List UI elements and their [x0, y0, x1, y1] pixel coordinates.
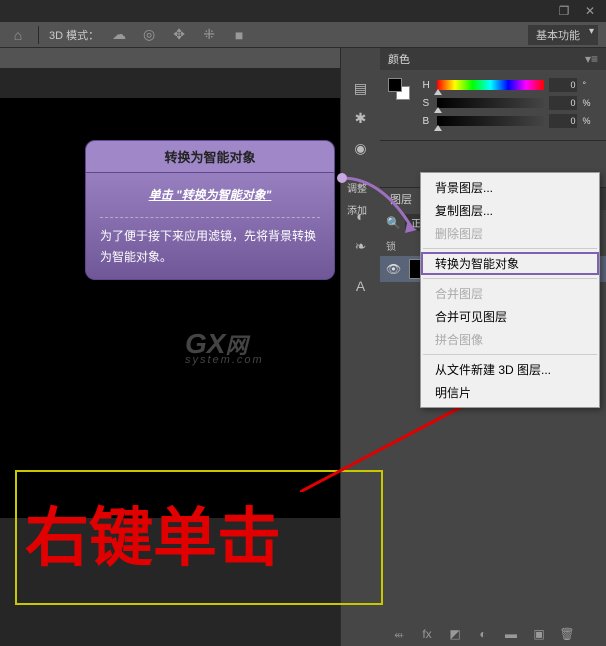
properties-icon[interactable]: ❧ [346, 232, 376, 260]
panel-menu-icon[interactable]: ▾≡ [585, 52, 598, 66]
bri-label: B [422, 116, 432, 127]
folder-icon[interactable]: ▬ [502, 627, 520, 642]
annotation-highlight-box [15, 470, 383, 605]
menu-background-layer[interactable]: 背景图层... [421, 176, 599, 199]
color-panel: 颜色 ▾≡ H 0 ° S 0 [380, 48, 606, 141]
brush-icon[interactable]: ◉ [346, 134, 376, 162]
restore-window-button[interactable]: ❐ [554, 3, 574, 19]
fx-icon[interactable]: fx [418, 627, 436, 642]
tooltip-title: 转换为智能对象 [85, 140, 335, 173]
trash-icon[interactable]: 🗑 [558, 627, 576, 642]
hue-slider[interactable] [437, 80, 544, 90]
color-panel-title: 颜色 [388, 51, 410, 67]
hue-value[interactable]: 0 [549, 78, 577, 92]
adjustment-icon[interactable]: ◐ [474, 627, 492, 642]
scale-icon[interactable]: ⁜ [199, 27, 219, 43]
sat-slider[interactable] [437, 98, 544, 108]
character-icon[interactable]: A [346, 272, 376, 300]
menu-new-3d-layer[interactable]: 从文件新建 3D 图层... [421, 358, 599, 381]
menu-merge-visible[interactable]: 合并可见图层 [421, 305, 599, 328]
swatches-icon[interactable]: ✱ [346, 104, 376, 132]
menu-delete-layer: 删除图层 [421, 222, 599, 245]
bri-value[interactable]: 0 [549, 114, 577, 128]
new-layer-icon[interactable]: ▣ [530, 627, 548, 642]
3d-mode-label: 3D 模式： [49, 27, 99, 43]
menu-merge-layers: 合并图层 [421, 282, 599, 305]
menu-duplicate-layer[interactable]: 复制图层... [421, 199, 599, 222]
tooltip-desc: 为了便于接下来应用滤镜，先将背景转换为智能对象。 [100, 229, 316, 263]
sat-label: S [422, 98, 432, 109]
pan-icon[interactable]: ◎ [139, 27, 159, 43]
menu-flatten: 拼合图像 [421, 328, 599, 351]
camera-icon[interactable]: ■ [229, 27, 249, 43]
lock-label: 锁 [386, 238, 396, 253]
sat-value[interactable]: 0 [549, 96, 577, 110]
bri-slider[interactable] [437, 116, 544, 126]
menu-convert-smart-object[interactable]: 转换为智能对象 [421, 252, 599, 275]
options-bar: ⌂ 3D 模式： ☁ ◎ ✥ ⁜ ■ 基本功能 [0, 22, 606, 48]
layer-context-menu: 背景图层... 复制图层... 删除图层 转换为智能对象 合并图层 合并可见图层… [420, 172, 600, 408]
filter-icon[interactable]: 🔍 [386, 216, 401, 230]
layers-panel-footer: ⬴ fx ◩ ◐ ▬ ▣ 🗑 [390, 627, 576, 642]
home-icon[interactable]: ⌂ [8, 27, 28, 43]
move-icon[interactable]: ✥ [169, 27, 189, 43]
link-icon[interactable]: ⬴ [390, 627, 408, 642]
add-label: 添加 [347, 202, 367, 217]
tutorial-tooltip: 转换为智能对象 单击 "转换为智能对象" 为了便于接下来应用滤镜，先将背景转换为… [85, 140, 335, 280]
workspace-dropdown[interactable]: 基本功能 [528, 25, 598, 45]
hue-label: H [422, 80, 432, 91]
visibility-icon[interactable]: 👁 [386, 262, 401, 276]
menu-postcard[interactable]: 明信片 [421, 381, 599, 404]
tooltip-action: 单击 "转换为智能对象" [100, 185, 320, 205]
color-swatch[interactable] [388, 78, 410, 100]
history-icon[interactable]: ▤ [346, 74, 376, 102]
tab-layers[interactable]: 图层 [380, 188, 422, 210]
orbit-icon[interactable]: ☁ [109, 27, 129, 43]
adjust-label: 调整 [347, 180, 367, 195]
mask-icon[interactable]: ◩ [446, 627, 464, 642]
close-window-button[interactable]: ✕ [580, 3, 600, 19]
